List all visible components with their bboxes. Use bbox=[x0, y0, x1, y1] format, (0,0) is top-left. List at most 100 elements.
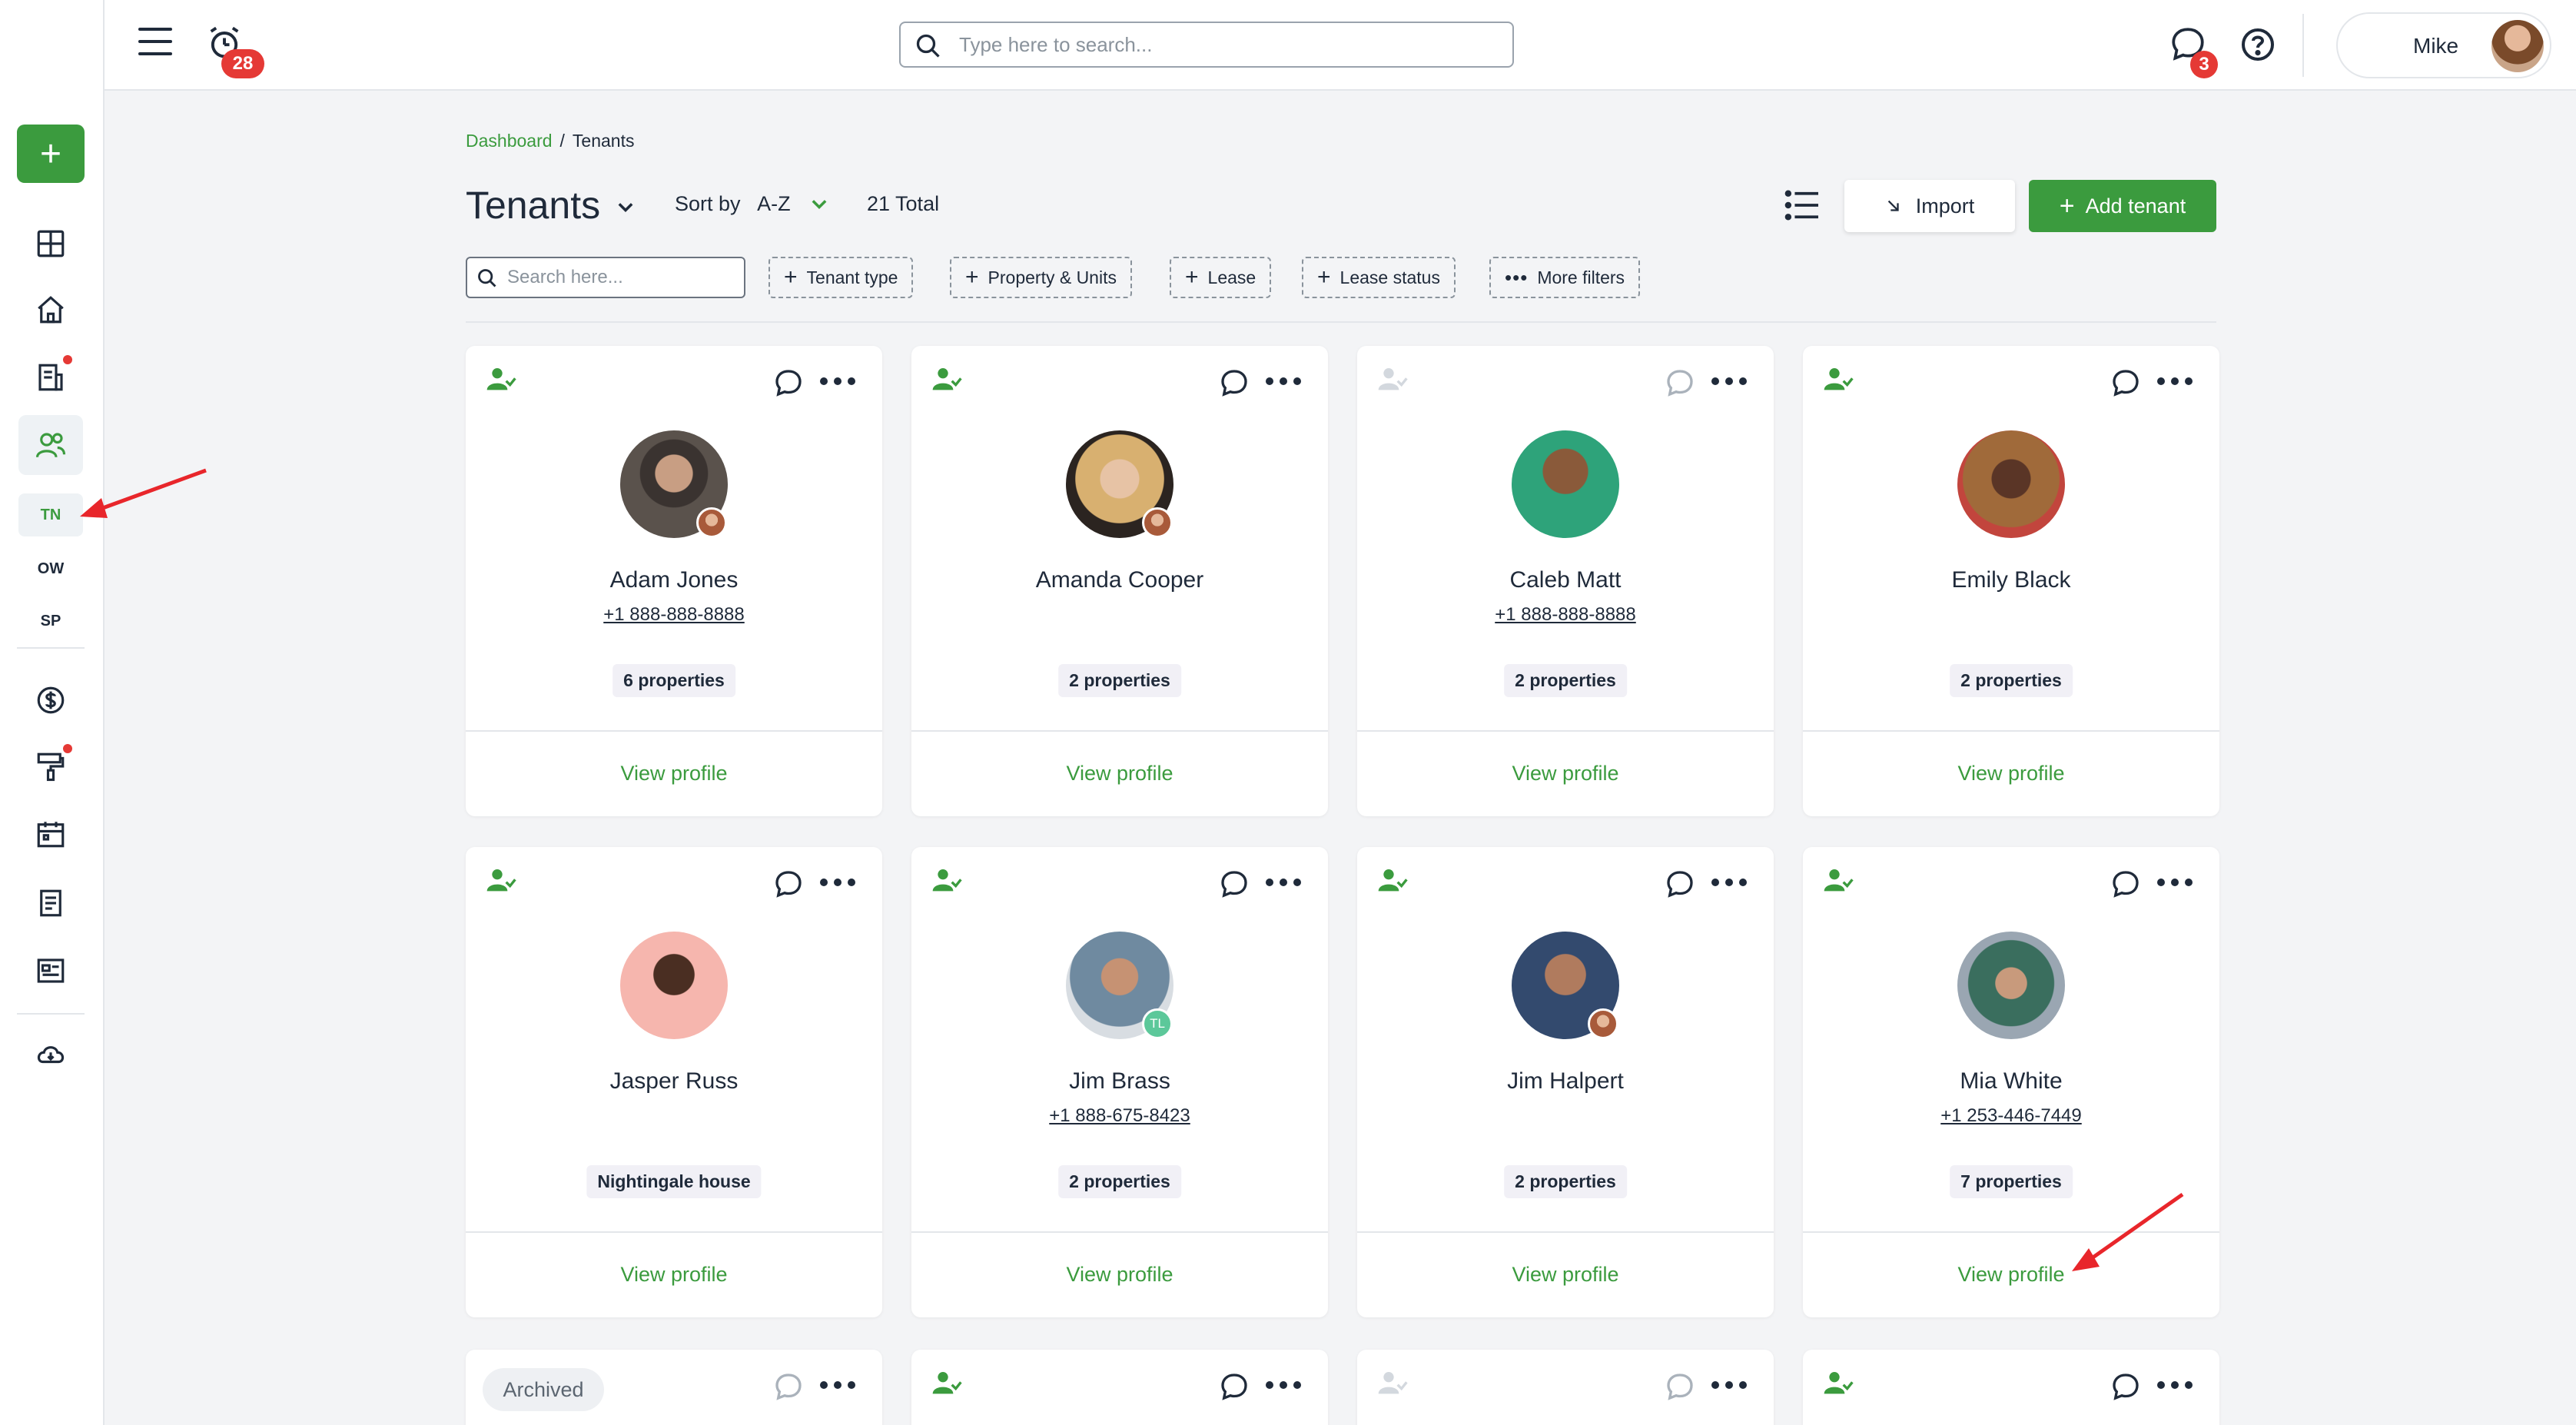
tenant-properties-badge: 7 properties bbox=[1950, 1165, 2073, 1198]
chat-icon[interactable] bbox=[1219, 1371, 1250, 1402]
tenant-initials-badge: TL bbox=[1142, 1008, 1173, 1039]
global-search-placeholder: Type here to search... bbox=[959, 32, 1153, 56]
calendar-icon[interactable] bbox=[18, 804, 83, 864]
more-options-icon[interactable] bbox=[1711, 876, 1748, 889]
dashboard-icon[interactable] bbox=[18, 214, 83, 274]
more-options-icon[interactable] bbox=[1265, 375, 1302, 387]
more-options-icon[interactable] bbox=[1711, 1379, 1748, 1391]
cloud-download-icon[interactable] bbox=[18, 1024, 83, 1084]
more-options-icon[interactable] bbox=[2156, 876, 2193, 889]
sidebar-item-sp[interactable]: SP bbox=[18, 600, 83, 643]
chat-icon[interactable] bbox=[773, 869, 804, 899]
tenant-name: Emily Black bbox=[1951, 567, 2071, 593]
more-options-icon[interactable] bbox=[819, 375, 856, 387]
tenant-search-input[interactable]: Search here... bbox=[466, 257, 745, 298]
secondary-avatar bbox=[696, 507, 727, 538]
breadcrumb-separator: / bbox=[559, 131, 565, 151]
add-tenant-button[interactable]: + Add tenant bbox=[2029, 180, 2216, 232]
view-profile-link[interactable]: View profile bbox=[1803, 730, 2219, 816]
active-tenant-icon bbox=[1824, 869, 1854, 892]
add-tenant-label: Add tenant bbox=[2085, 194, 2186, 218]
filter-lease-status[interactable]: + Lease status bbox=[1302, 257, 1456, 298]
tenant-avatar bbox=[1512, 430, 1619, 538]
document-icon[interactable] bbox=[18, 873, 83, 933]
filter-property-units[interactable]: + Property & Units bbox=[950, 257, 1132, 298]
annotation-arrow-card bbox=[2072, 1192, 2184, 1271]
sort-chevron-down-icon[interactable] bbox=[808, 194, 830, 215]
reports-alert-dot bbox=[63, 355, 72, 364]
chat-icon[interactable] bbox=[1219, 869, 1250, 899]
content-divider bbox=[466, 321, 2216, 323]
plus-icon: + bbox=[1185, 264, 1199, 290]
page-title[interactable]: Tenants bbox=[466, 183, 600, 228]
home-icon[interactable] bbox=[18, 280, 83, 340]
view-profile-link[interactable]: View profile bbox=[911, 1231, 1328, 1317]
archived-badge: Archived bbox=[483, 1368, 604, 1411]
tenant-phone[interactable]: +1 888-888-8888 bbox=[466, 604, 882, 626]
user-name: Mike bbox=[2413, 34, 2459, 58]
search-icon bbox=[478, 269, 496, 287]
view-profile-link[interactable]: View profile bbox=[466, 1231, 882, 1317]
tenant-card: Jim Brass +1 888-675-8423 2 properties View… bbox=[911, 847, 1328, 1317]
sidebar-item-ow[interactable]: OW bbox=[18, 547, 83, 590]
tenant-search-placeholder: Search here... bbox=[507, 267, 623, 287]
chat-icon[interactable] bbox=[1665, 1371, 1695, 1402]
import-button[interactable]: Import bbox=[1844, 180, 2015, 232]
list-view-icon[interactable] bbox=[1784, 189, 1820, 221]
view-profile-link[interactable]: View profile bbox=[911, 730, 1328, 816]
more-options-icon[interactable] bbox=[1711, 375, 1748, 387]
breadcrumb-current: Tenants bbox=[572, 131, 635, 151]
global-search-input[interactable]: Type here to search... bbox=[899, 22, 1514, 68]
tenant-phone[interactable]: +1 253-446-7449 bbox=[1803, 1105, 2219, 1127]
title-chevron-down-icon[interactable] bbox=[615, 197, 636, 218]
chat-icon[interactable] bbox=[773, 367, 804, 398]
listing-icon[interactable] bbox=[18, 941, 83, 1001]
annotation-arrow-sidebar bbox=[80, 468, 207, 518]
chat-icon[interactable] bbox=[2110, 1371, 2141, 1402]
chat-icon[interactable] bbox=[2110, 367, 2141, 398]
paint-roller-icon[interactable] bbox=[18, 736, 83, 796]
tenant-phone[interactable]: +1 888-675-8423 bbox=[911, 1105, 1328, 1127]
help-icon[interactable] bbox=[2239, 26, 2276, 63]
chat-icon[interactable] bbox=[773, 1371, 804, 1402]
more-options-icon[interactable] bbox=[2156, 375, 2193, 387]
view-profile-link[interactable]: View profile bbox=[1357, 1231, 1774, 1317]
topbar: 28 Type here to search... 3 Mike bbox=[105, 0, 2576, 91]
tenant-card-partial: Archived bbox=[466, 1350, 882, 1425]
view-profile-link[interactable]: View profile bbox=[466, 730, 882, 816]
tenant-properties-badge: 2 properties bbox=[1058, 1165, 1181, 1198]
filter-lease[interactable]: + Lease bbox=[1170, 257, 1272, 298]
chat-icon[interactable] bbox=[1665, 869, 1695, 899]
more-options-icon[interactable] bbox=[819, 876, 856, 889]
plus-icon: + bbox=[2059, 191, 2075, 221]
reports-icon[interactable] bbox=[18, 347, 83, 407]
chat-icon[interactable] bbox=[1219, 367, 1250, 398]
tenant-card: Jasper Russ Nightingale house View profile bbox=[466, 847, 882, 1317]
more-options-icon[interactable] bbox=[1265, 1379, 1302, 1391]
tenant-properties-badge: 2 properties bbox=[1504, 664, 1627, 697]
user-menu[interactable]: Mike bbox=[2336, 12, 2551, 78]
more-options-icon[interactable] bbox=[819, 1379, 856, 1391]
sidebar: + TN OW SP bbox=[0, 0, 105, 1425]
quick-add-button[interactable]: + bbox=[17, 125, 85, 183]
active-tenant-icon bbox=[1824, 368, 1854, 390]
sort-control[interactable]: Sort by A-Z bbox=[675, 192, 791, 216]
breadcrumb-dashboard-link[interactable]: Dashboard bbox=[466, 131, 553, 151]
secondary-avatar bbox=[1142, 507, 1173, 538]
tenant-avatar bbox=[1957, 430, 2065, 538]
tenant-name: Caleb Matt bbox=[1509, 567, 1622, 593]
dollar-icon[interactable] bbox=[18, 670, 83, 730]
filter-property-units-label: Property & Units bbox=[988, 267, 1117, 287]
active-tenant-icon bbox=[1824, 1372, 1854, 1394]
topbar-divider bbox=[2302, 14, 2304, 77]
menu-icon[interactable] bbox=[138, 28, 172, 58]
more-options-icon[interactable] bbox=[1265, 876, 1302, 889]
filter-tenant-type[interactable]: + Tenant type bbox=[768, 257, 914, 298]
view-profile-link[interactable]: View profile bbox=[1357, 730, 1774, 816]
tenant-phone[interactable]: +1 888-888-8888 bbox=[1357, 604, 1774, 626]
more-options-icon[interactable] bbox=[2156, 1379, 2193, 1391]
chat-icon[interactable] bbox=[1665, 367, 1695, 398]
more-filters-button[interactable]: ••• More filters bbox=[1489, 257, 1641, 298]
active-tenant-icon bbox=[932, 869, 962, 892]
chat-icon[interactable] bbox=[2110, 869, 2141, 899]
